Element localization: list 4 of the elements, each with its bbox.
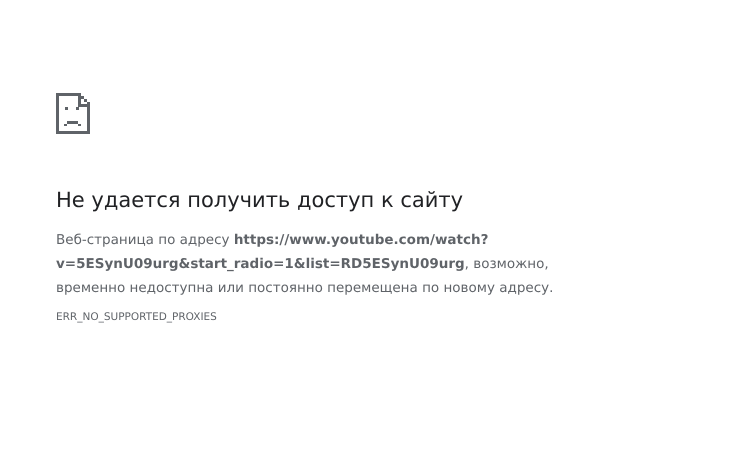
error-code: ERR_NO_SUPPORTED_PROXIES [56, 311, 218, 323]
sad-page-icon [56, 93, 90, 134]
error-message: Веб-страница по адресу https://www.youtube.com/watch?v=5ESynU09urg&start_radio=1&list=RD5ESynU09urg, возможно, временно недоступна или постоянно перемещена по новому адресу. [56, 231, 554, 298]
error-heading: Не удается получить доступ к сайту [56, 187, 464, 214]
